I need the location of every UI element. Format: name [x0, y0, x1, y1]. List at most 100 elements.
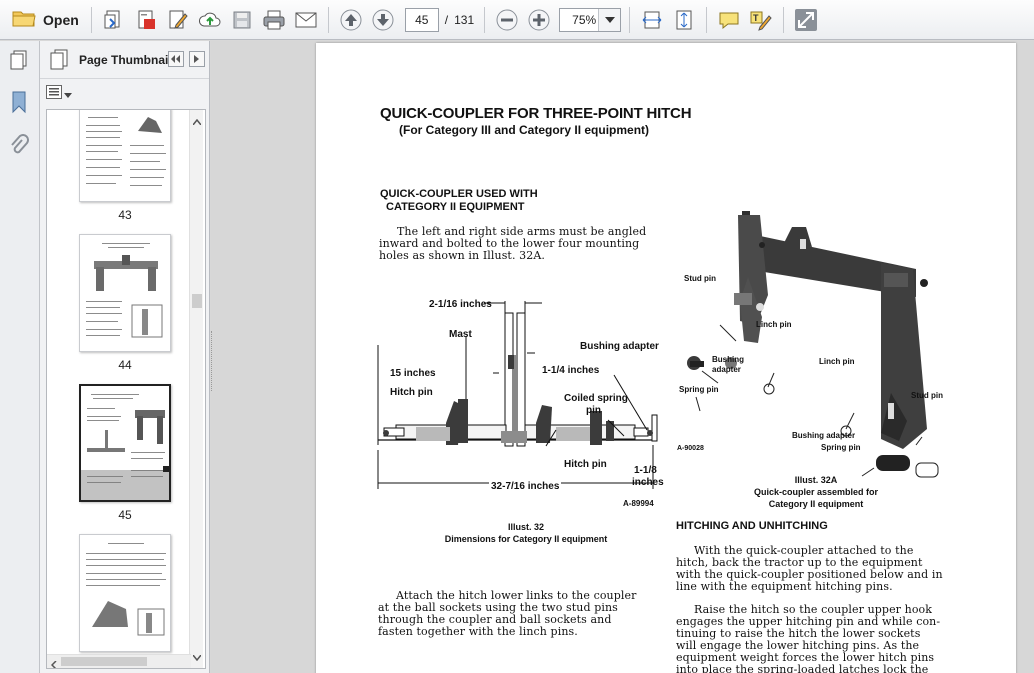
dimension-label: 1-1/4 inches — [542, 365, 600, 376]
thumbnail-options-button[interactable] — [46, 85, 72, 102]
open-folder-icon — [12, 8, 36, 31]
toolbar-separator — [629, 6, 631, 33]
diagram-label: Hitch pin — [564, 459, 607, 470]
chevron-down-icon[interactable] — [192, 650, 202, 664]
page-subtitle: (For Category III and Category II equipm… — [399, 123, 650, 137]
thumbnail-page-46[interactable] — [79, 534, 171, 652]
photo-label: Stud pin — [684, 274, 716, 283]
highlight-icon[interactable]: T — [747, 6, 775, 34]
main-toolbar: Open 45 / 131 75% T — [0, 0, 1034, 40]
thumbnail-page-number: 43 — [118, 208, 132, 222]
toolbar-separator — [706, 6, 708, 33]
toolbar-separator — [783, 6, 785, 33]
page-number-input[interactable]: 45 — [404, 7, 439, 32]
diagram-label: Mast — [449, 329, 472, 340]
dimension-label: 1-1/8 — [634, 465, 657, 476]
figure-caption: Category II equipment — [768, 499, 864, 509]
thumbnail-page-45[interactable] — [79, 384, 171, 502]
photo-label: Stud pin — [911, 391, 943, 400]
figure-code: A-89994 — [623, 499, 654, 508]
zoom-value: 75% — [572, 12, 597, 27]
fit-page-icon[interactable] — [670, 6, 698, 34]
figure-caption: Illust. 32A — [794, 475, 838, 485]
diagram-label: Coiled spring — [564, 393, 628, 404]
toolbar-separator — [484, 6, 486, 33]
edit-pdf-icon[interactable] — [164, 6, 192, 34]
expand-panel-icon[interactable] — [189, 51, 205, 67]
diagram-label: pin — [586, 405, 601, 416]
figure-code: A-90028 — [677, 445, 704, 452]
thumbnails-header: Page Thumbnails — [40, 41, 209, 79]
figure-caption: Illust. 32 — [507, 522, 544, 532]
paragraph-line: holes as shown in Illust. 32A. — [379, 249, 545, 262]
thumbnails-list: 43 44 45 — [46, 109, 206, 669]
figure-caption: Quick-coupler assembled for — [753, 487, 879, 497]
open-button[interactable]: Open — [6, 5, 85, 35]
thumbnails-panel: Page Thumbnails 43 44 45 — [40, 41, 210, 673]
thumbnails-horizontal-scrollbar[interactable] — [47, 654, 191, 668]
document-viewer[interactable]: QUICK-COUPLER FOR THREE-POINT HITCH (For… — [211, 41, 1034, 673]
zoom-in-icon[interactable] — [525, 6, 553, 34]
collapse-panel-icon[interactable] — [168, 51, 184, 67]
save-icon[interactable] — [228, 6, 256, 34]
photo-label: Bushing adapter — [792, 431, 856, 440]
photo-label: Spring pin — [821, 443, 861, 452]
thumbnail-page-43[interactable] — [79, 110, 171, 202]
pages-icon[interactable] — [6, 47, 32, 73]
photo-label: Linch pin — [756, 320, 792, 329]
toolbar-separator — [90, 6, 92, 33]
page-up-icon[interactable] — [337, 6, 365, 34]
paragraph-line: fasten together with the linch pins. — [378, 625, 578, 638]
diagram-label: Bushing adapter — [580, 341, 659, 352]
chevron-left-icon[interactable] — [50, 658, 57, 668]
section-heading: CATEGORY II EQUIPMENT — [386, 201, 525, 213]
thumbnail-page-number: 44 — [118, 358, 132, 372]
thumbnail-page-44[interactable] — [79, 234, 171, 352]
attachment-icon[interactable] — [6, 133, 32, 159]
diagram-label: Hitch pin — [390, 387, 433, 398]
fullscreen-icon[interactable] — [792, 6, 820, 34]
photo-label: Spring pin — [679, 385, 719, 394]
thumbnails-title: Page Thumbnails — [79, 52, 179, 67]
upload-cloud-icon[interactable] — [196, 6, 224, 34]
page-title: QUICK-COUPLER FOR THREE-POINT HITCH — [380, 105, 692, 122]
zoom-out-icon[interactable] — [493, 6, 521, 34]
create-pdf-icon[interactable] — [100, 6, 128, 34]
section-heading: QUICK-COUPLER USED WITH — [380, 188, 538, 200]
chevron-down-icon — [64, 87, 72, 101]
pdf-page: QUICK-COUPLER FOR THREE-POINT HITCH (For… — [316, 43, 1016, 673]
comment-icon[interactable] — [715, 6, 743, 34]
thumbnail-page-number: 45 — [118, 508, 132, 522]
photo-label: adapter — [712, 365, 741, 374]
paragraph-line: line with the equipment hitching pins. — [676, 580, 893, 593]
dimension-label: 32-7/16 inches — [489, 481, 562, 492]
pages-icon — [49, 49, 69, 71]
svg-text:T: T — [753, 13, 759, 23]
page-separator: / — [444, 12, 449, 27]
bookmark-icon[interactable] — [6, 89, 32, 115]
thumbnails-vertical-scrollbar[interactable] — [189, 110, 203, 668]
dimension-label: 15 inches — [390, 368, 436, 379]
toolbar-separator — [327, 6, 329, 33]
email-icon[interactable] — [292, 6, 320, 34]
section-heading: HITCHING AND UNHITCHING — [676, 520, 828, 532]
open-label: Open — [43, 11, 79, 28]
scrollbar-thumb[interactable] — [61, 657, 147, 666]
paragraph-line: into place the spring-loaded latches loc… — [676, 663, 929, 673]
dimension-label: 2-1/16 inches — [429, 299, 492, 310]
zoom-select[interactable]: 75% — [559, 7, 622, 32]
scrollbar-thumb[interactable] — [192, 294, 202, 308]
export-pdf-icon[interactable] — [132, 6, 160, 34]
chevron-up-icon[interactable] — [192, 114, 202, 128]
print-icon[interactable] — [260, 6, 288, 34]
figure-caption: Dimensions for Category II equipment — [444, 534, 608, 544]
fit-width-icon[interactable] — [638, 6, 666, 34]
photo-label: Bushing — [712, 355, 744, 364]
photo-label: Linch pin — [819, 357, 855, 366]
dimension-label: inches — [632, 477, 664, 488]
zoom-dropdown-icon[interactable] — [598, 8, 621, 31]
total-pages: 131 — [454, 12, 475, 27]
navigation-rail — [0, 41, 40, 673]
panel-splitter[interactable] — [211, 331, 215, 391]
page-down-icon[interactable] — [369, 6, 397, 34]
